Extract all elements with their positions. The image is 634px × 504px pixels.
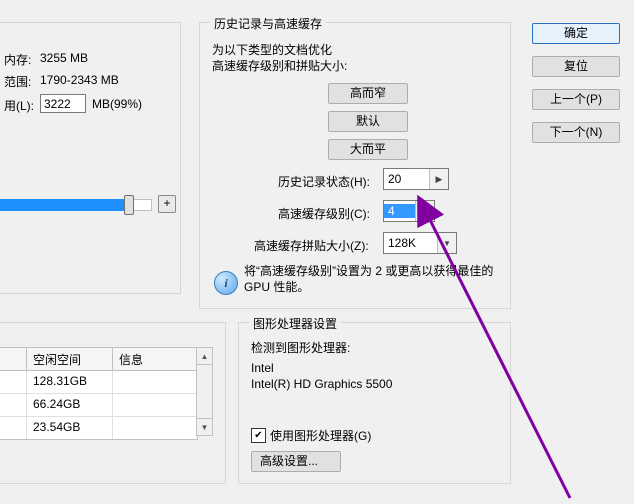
stepper-arrow-icon[interactable]: ▶: [429, 169, 448, 189]
col-spacer: [0, 348, 27, 370]
table-scrollbar[interactable]: ▲ ▼: [196, 347, 213, 436]
gpu-title: 图形处理器设置: [249, 315, 341, 332]
checkbox-checked-icon: ✔: [251, 428, 266, 443]
tile-size-select[interactable]: 128K ▼: [383, 232, 457, 254]
use-gpu-label: 使用图形处理器(G): [270, 427, 371, 444]
slider-increase-button[interactable]: +: [158, 195, 176, 213]
range-label: 范围:: [4, 73, 31, 90]
table-row[interactable]: 23.54GB: [0, 417, 197, 439]
history-states-label: 历史记录状态(H):: [278, 173, 370, 190]
reset-button[interactable]: 复位: [532, 56, 620, 77]
opt-label-2: 高速缓存级别和拼贴大小:: [212, 57, 347, 74]
advanced-settings-button[interactable]: 高级设置...: [251, 451, 341, 472]
dropdown-arrow-icon[interactable]: ▼: [437, 233, 456, 253]
default-button[interactable]: 默认: [328, 111, 408, 132]
used-label: 用(L):: [4, 97, 34, 114]
scroll-up-icon[interactable]: ▲: [197, 348, 212, 365]
table-row[interactable]: 128.31GB: [0, 371, 197, 394]
used-input[interactable]: [40, 94, 86, 113]
tall-narrow-button[interactable]: 高而窄: [328, 83, 408, 104]
ok-button[interactable]: 确定: [532, 23, 620, 44]
disk-table: 空闲空间 信息 128.31GB 66.24GB 23.54GB: [0, 347, 198, 440]
cache-tip: 将“高速缓存级别”设置为 2 或更高以获得最佳的 GPU 性能。: [244, 263, 500, 295]
wide-flat-button[interactable]: 大而平: [328, 139, 408, 160]
next-button[interactable]: 下一个(N): [532, 122, 620, 143]
opt-label-1: 为以下类型的文档优化: [212, 41, 332, 58]
tile-size-label: 高速缓存拼贴大小(Z):: [254, 237, 369, 254]
memory-label: 内存:: [4, 51, 31, 68]
history-states-value: 20: [384, 172, 429, 186]
col-free-space[interactable]: 空闲空间: [27, 348, 113, 370]
stepper-arrow-icon[interactable]: ▶: [415, 201, 434, 221]
prev-button[interactable]: 上一个(P): [532, 89, 620, 110]
table-row[interactable]: 66.24GB: [0, 394, 197, 417]
cache-level-value: 4: [384, 204, 415, 218]
tile-size-value: 128K: [384, 236, 437, 250]
col-info[interactable]: 信息: [113, 348, 195, 370]
cache-level-stepper[interactable]: 4 ▶: [383, 200, 435, 222]
used-suffix: MB(99%): [92, 97, 142, 111]
scroll-down-icon[interactable]: ▼: [197, 418, 212, 435]
gpu-detected-label: 检测到图形处理器:: [251, 339, 350, 356]
gpu-model: Intel(R) HD Graphics 5500: [251, 377, 392, 391]
cache-level-label: 高速缓存级别(C):: [278, 205, 370, 222]
use-gpu-checkbox[interactable]: ✔ 使用图形处理器(G): [251, 427, 371, 444]
slider-thumb[interactable]: [124, 195, 134, 215]
memory-value: 3255 MB: [40, 51, 88, 65]
info-icon: i: [214, 271, 238, 295]
range-value: 1790-2343 MB: [40, 73, 119, 87]
gpu-vendor: Intel: [251, 361, 274, 375]
history-states-stepper[interactable]: 20 ▶: [383, 168, 449, 190]
memory-slider[interactable]: [0, 197, 156, 213]
history-title: 历史记录与高速缓存: [210, 15, 326, 32]
